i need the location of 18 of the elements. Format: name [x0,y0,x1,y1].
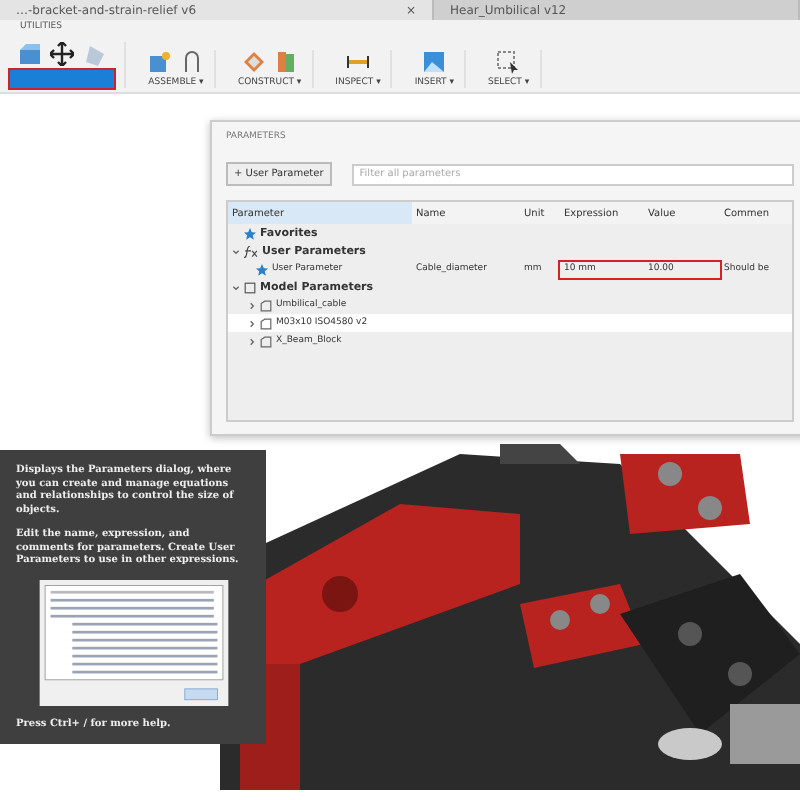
star-icon [256,263,268,275]
ruler-icon[interactable] [346,50,370,74]
chevron-icon[interactable] [248,319,256,327]
model-icon [244,281,256,293]
function-icon [244,245,258,257]
chevron-icon[interactable] [248,337,256,345]
star-icon [244,227,256,239]
select-icon[interactable] [496,50,521,74]
move-icon[interactable] [50,42,74,66]
box-icon[interactable] [18,42,42,66]
chevron-icon[interactable] [232,283,240,291]
axis-icon[interactable] [273,50,298,74]
chevron-icon[interactable] [232,247,240,255]
plane-icon[interactable] [241,50,266,74]
joint-icon[interactable] [180,50,204,74]
component-icon[interactable] [148,50,172,74]
image-icon[interactable] [422,50,447,74]
chevron-icon[interactable] [248,301,256,309]
